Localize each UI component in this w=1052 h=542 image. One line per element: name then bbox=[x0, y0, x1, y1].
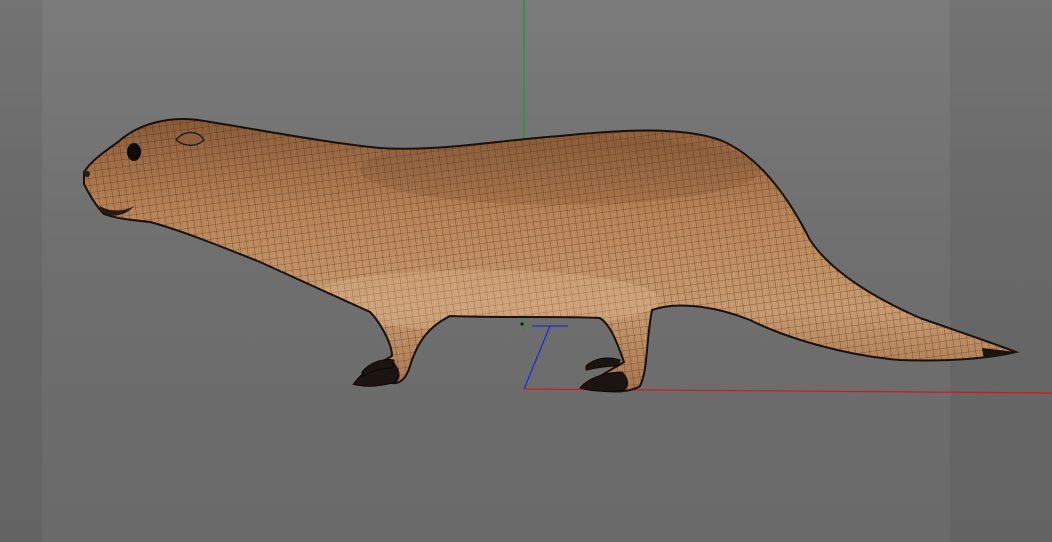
z-axis-line bbox=[523, 325, 551, 390]
3d-viewport[interactable] bbox=[0, 0, 1052, 542]
viewport-scene bbox=[80, 0, 1052, 400]
nose bbox=[84, 171, 90, 177]
otter-mesh[interactable] bbox=[80, 110, 1020, 400]
eye bbox=[127, 143, 141, 161]
front-paw bbox=[353, 359, 400, 387]
hind-paw bbox=[579, 357, 629, 392]
pivot-point bbox=[520, 322, 524, 326]
